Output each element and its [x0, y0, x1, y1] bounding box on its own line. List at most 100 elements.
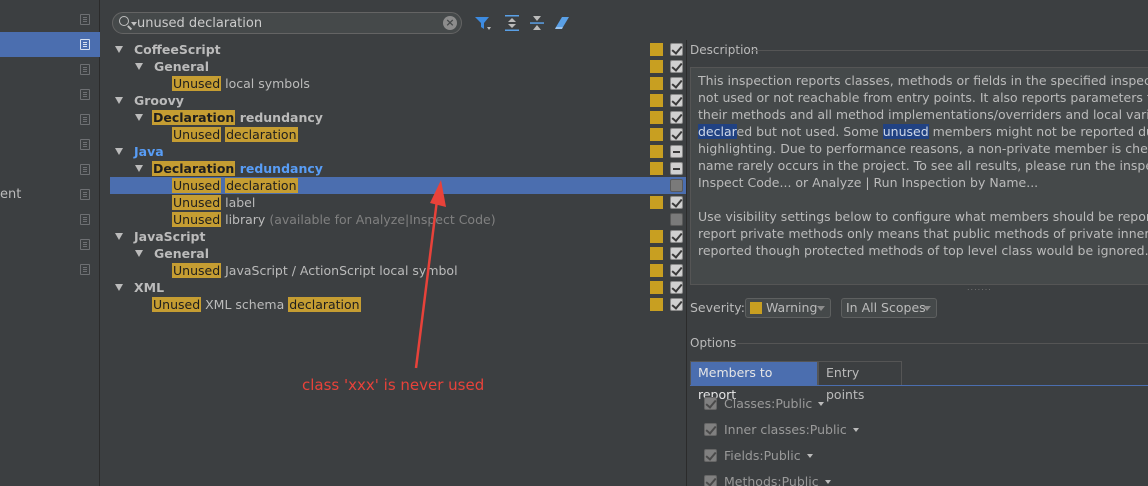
tree-group-declaration-redundancy[interactable]: Declaration redundancy — [110, 160, 686, 177]
enable-checkbox[interactable] — [670, 111, 683, 124]
members-to-report-panel: Classes:Public Inner classes:Public Fiel… — [690, 385, 1148, 486]
search-input[interactable] — [137, 14, 437, 32]
chevron-down-icon — [852, 428, 859, 432]
fields-checkbox[interactable] — [704, 449, 717, 462]
settings-page-icon — [80, 214, 90, 225]
expand-arrow-icon[interactable] — [115, 148, 123, 155]
enable-checkbox[interactable] — [670, 43, 683, 56]
tab-members-to-report[interactable]: Members to report — [690, 361, 818, 402]
sidebar-item[interactable] — [0, 7, 100, 32]
severity-indicator — [650, 60, 663, 73]
tree-item-unused-declaration[interactable]: Unused declaration — [110, 177, 686, 194]
warning-icon — [750, 302, 762, 314]
expand-arrow-icon[interactable] — [115, 46, 123, 53]
sidebar-item[interactable] — [0, 207, 100, 232]
tree-item[interactable]: Unused local symbols — [110, 75, 686, 92]
inner-classes-checkbox[interactable] — [704, 423, 717, 436]
enable-checkbox[interactable] — [670, 298, 683, 311]
severity-indicator — [650, 196, 663, 209]
expand-arrow-icon[interactable] — [135, 114, 143, 121]
collapse-all-icon[interactable] — [528, 14, 546, 32]
sidebar-item[interactable] — [0, 232, 100, 257]
sidebar-item-partial[interactable]: ent — [0, 182, 100, 207]
tree-group-general[interactable]: General — [110, 245, 686, 262]
tab-entry-points[interactable]: Entry points — [818, 361, 902, 402]
filter-icon[interactable] — [474, 14, 492, 32]
methods-checkbox[interactable] — [704, 475, 717, 486]
expand-all-icon[interactable] — [503, 14, 521, 32]
settings-page-icon — [80, 39, 90, 50]
tree-group-xml[interactable]: XML — [110, 279, 686, 296]
sidebar-item[interactable] — [0, 82, 100, 107]
enable-checkbox[interactable] — [670, 230, 683, 243]
enable-checkbox[interactable] — [670, 94, 683, 107]
severity-indicator — [650, 281, 663, 294]
severity-indicator — [650, 247, 663, 260]
classes-checkbox[interactable] — [704, 397, 717, 410]
inspection-search-box[interactable]: × — [112, 12, 462, 34]
section-divider — [737, 343, 1148, 344]
enable-checkbox[interactable] — [670, 128, 683, 141]
expand-arrow-icon[interactable] — [115, 284, 123, 291]
enable-checkbox[interactable] — [670, 77, 683, 90]
reset-icon[interactable] — [553, 14, 571, 32]
enable-checkbox[interactable] — [670, 145, 683, 158]
enable-checkbox[interactable] — [670, 213, 683, 226]
enable-checkbox[interactable] — [670, 196, 683, 209]
enable-checkbox[interactable] — [670, 179, 683, 192]
tree-group-groovy[interactable]: Groovy — [110, 92, 686, 109]
sidebar-item[interactable] — [0, 57, 100, 82]
settings-page-icon — [80, 139, 90, 150]
settings-page-icon — [80, 114, 90, 125]
expand-arrow-icon[interactable] — [115, 97, 123, 104]
search-icon[interactable] — [119, 16, 129, 26]
sidebar-item[interactable] — [0, 257, 100, 282]
settings-page-icon — [80, 239, 90, 250]
expand-arrow-icon[interactable] — [135, 165, 143, 172]
expand-arrow-icon[interactable] — [135, 250, 143, 257]
inspection-tree: CoffeeScript General Unused local symbol… — [110, 40, 686, 486]
annotation-text: class 'xxx' is never used — [302, 376, 485, 394]
severity-indicator — [650, 43, 663, 56]
settings-page-icon — [80, 164, 90, 175]
settings-page-icon — [80, 89, 90, 100]
sidebar-item-inspections[interactable] — [0, 32, 100, 57]
tree-group-java[interactable]: Java — [110, 143, 686, 160]
clear-icon[interactable]: × — [443, 16, 457, 30]
settings-page-icon — [80, 14, 90, 25]
expand-arrow-icon[interactable] — [115, 233, 123, 240]
severity-dropdown[interactable]: Warning — [745, 298, 831, 318]
chevron-down-icon — [824, 480, 831, 484]
sidebar-item[interactable] — [0, 157, 100, 182]
options-title: Options — [690, 336, 737, 350]
tree-item[interactable]: Unused XML schema declaration — [110, 296, 686, 313]
sidebar-item-label: ent — [0, 187, 22, 202]
scope-dropdown[interactable]: In All Scopes — [841, 298, 937, 318]
severity-indicator — [650, 145, 663, 158]
enable-checkbox[interactable] — [670, 162, 683, 175]
splitter-handle[interactable]: ....... — [967, 283, 992, 292]
tree-group-general[interactable]: General — [110, 58, 686, 75]
tree-item[interactable]: Unused declaration — [110, 126, 686, 143]
sidebar-item[interactable] — [0, 107, 100, 132]
enable-checkbox[interactable] — [670, 60, 683, 73]
settings-page-icon — [80, 189, 90, 200]
settings-sidebar: ent — [0, 0, 100, 486]
enable-checkbox[interactable] — [670, 264, 683, 277]
tree-group-declaration-redundancy[interactable]: Declaration redundancy — [110, 109, 686, 126]
tree-group-coffeescript[interactable]: CoffeeScript — [110, 41, 686, 58]
chevron-down-icon — [817, 306, 825, 311]
inspection-details-panel: Description This inspection reports clas… — [686, 40, 1148, 486]
tree-item[interactable]: Unused JavaScript / ActionScript local s… — [110, 262, 686, 279]
sidebar-item[interactable] — [0, 132, 100, 157]
tree-item[interactable]: Unused library (available for Analyze|In… — [110, 211, 686, 228]
severity-indicator — [650, 298, 663, 311]
enable-checkbox[interactable] — [670, 247, 683, 260]
enable-checkbox[interactable] — [670, 281, 683, 294]
tree-item[interactable]: Unused label — [110, 194, 686, 211]
expand-arrow-icon[interactable] — [135, 63, 143, 70]
chevron-down-icon — [806, 454, 813, 458]
chevron-down-icon — [923, 306, 931, 311]
tree-group-javascript[interactable]: JavaScript — [110, 228, 686, 245]
description-box[interactable]: This inspection reports classes, methods… — [690, 67, 1148, 285]
